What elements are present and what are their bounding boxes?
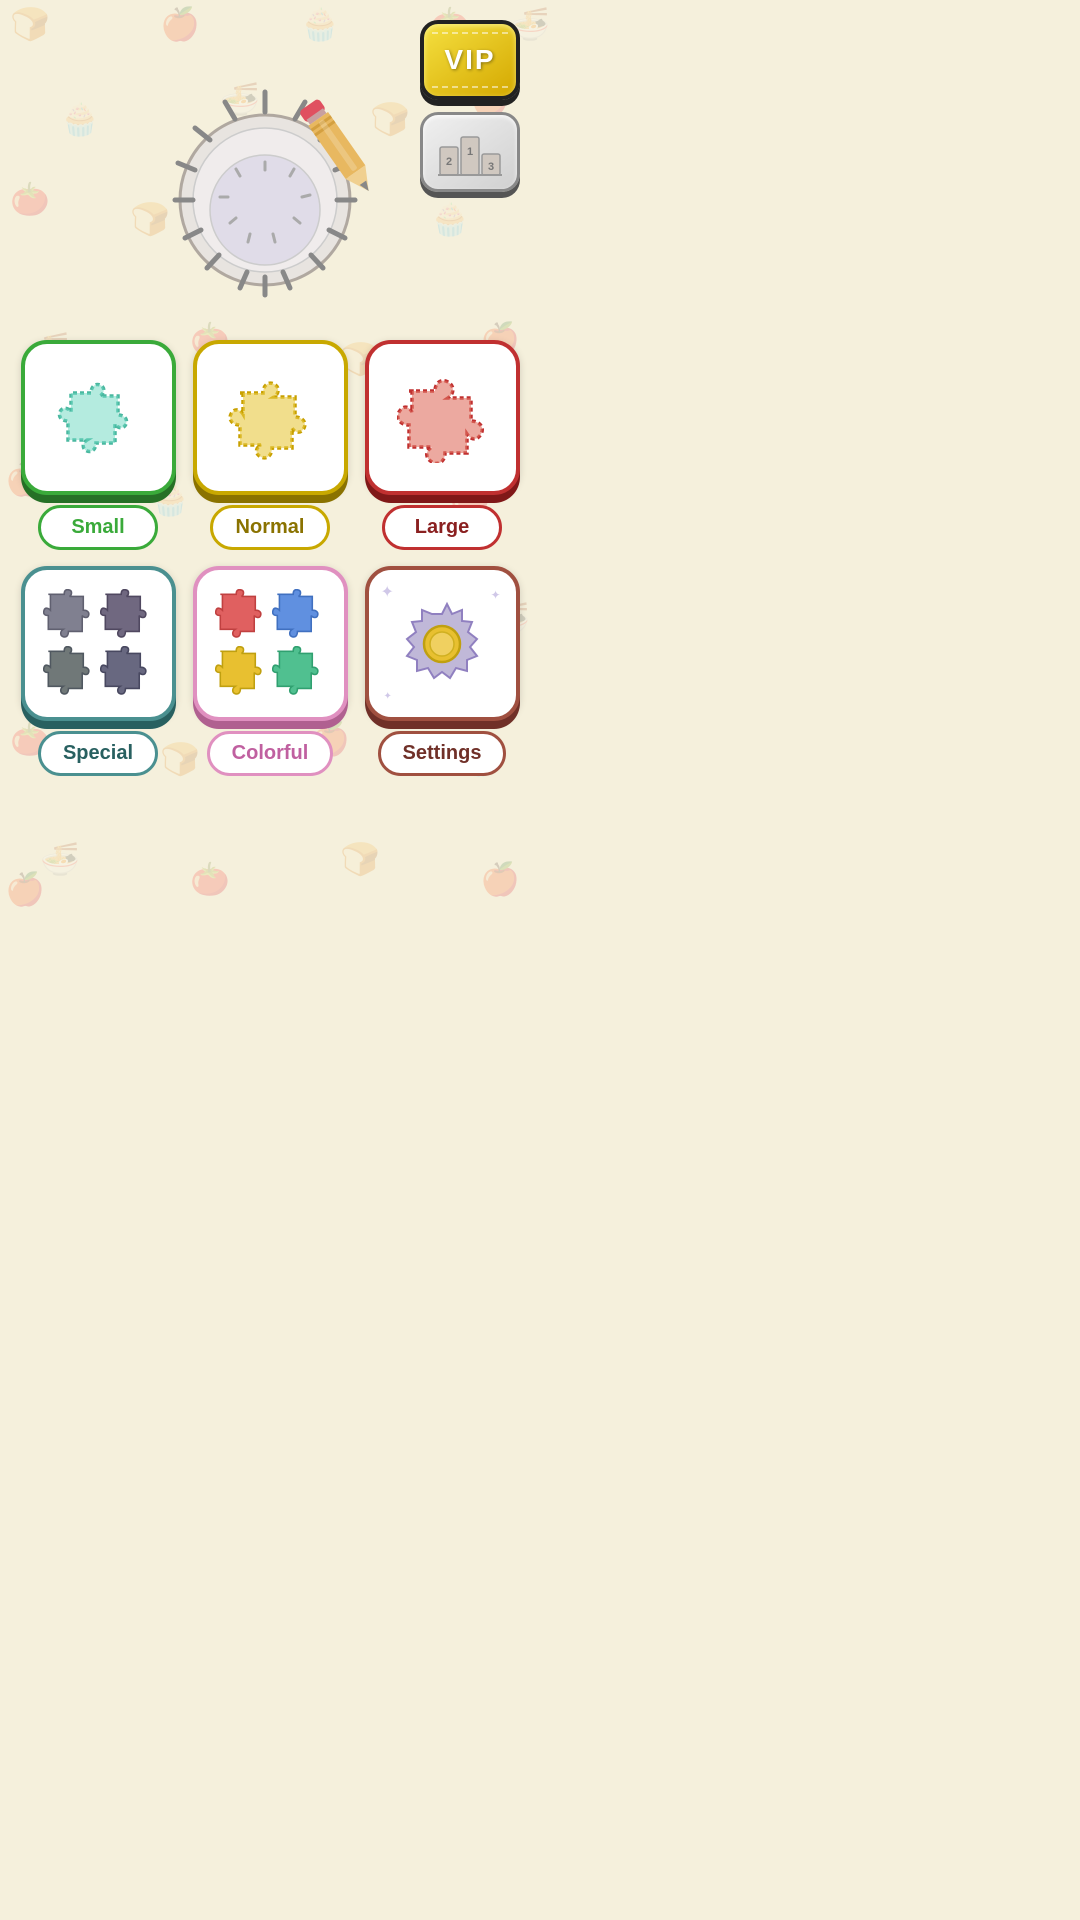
bg-tomato8-icon: 🍅: [190, 860, 230, 898]
small-label: Small: [71, 516, 124, 538]
small-puzzle-icon: [53, 373, 143, 463]
large-puzzle-icon: [397, 373, 487, 463]
bg-apple9-icon: 🍎: [5, 870, 45, 908]
normal-grid-item: Normal: [192, 340, 348, 550]
ranking-button[interactable]: 2 1 3: [420, 112, 520, 192]
large-grid-item: Large: [364, 340, 520, 550]
settings-gear-icon: [392, 594, 492, 694]
colorful-button[interactable]: [193, 566, 348, 721]
normal-label-button[interactable]: Normal: [210, 505, 330, 550]
colorful-label: Colorful: [232, 742, 309, 764]
special-label-button[interactable]: Special: [38, 731, 158, 776]
special-piece-2: [100, 589, 153, 642]
special-piece-3: [43, 646, 96, 699]
button-grid: Small Normal Lar: [20, 340, 520, 776]
bg-bread8-icon: 🍞: [340, 840, 380, 878]
special-piece-1: [43, 589, 96, 642]
pencil-svg: [280, 90, 400, 210]
svg-text:2: 2: [446, 156, 452, 168]
svg-text:3: 3: [488, 161, 494, 173]
large-button[interactable]: [365, 340, 520, 495]
large-label: Large: [415, 516, 469, 538]
colorful-piece-red: [215, 589, 268, 642]
colorful-puzzle-grid: [215, 589, 325, 699]
sparkle-2: ✦: [490, 588, 500, 602]
settings-label-button[interactable]: Settings: [378, 731, 507, 776]
special-piece-4: [100, 646, 153, 699]
svg-text:1: 1: [467, 146, 473, 158]
vip-label: VIP: [444, 44, 495, 76]
colorful-piece-blue: [272, 589, 325, 642]
special-button[interactable]: [21, 566, 176, 721]
bg-bowl8-icon: 🍜: [40, 840, 80, 878]
colorful-grid-item: Colorful: [192, 566, 348, 776]
normal-puzzle-icon: [225, 373, 315, 463]
normal-button[interactable]: [193, 340, 348, 495]
bg-apple8-icon: 🍎: [480, 860, 520, 898]
settings-label: Settings: [403, 742, 482, 764]
colorful-label-button[interactable]: Colorful: [207, 731, 334, 776]
vip-button[interactable]: VIP: [420, 20, 520, 100]
sparkle-3: ✦: [384, 691, 392, 702]
logo-area: [150, 80, 390, 320]
colorful-piece-green: [272, 646, 325, 699]
settings-button[interactable]: ✦ ✦ ✦: [365, 566, 520, 721]
colorful-piece-yellow: [215, 646, 268, 699]
podium-svg: 2 1 3: [435, 122, 505, 182]
special-grid-item: Special: [20, 566, 176, 776]
large-label-button[interactable]: Large: [382, 505, 502, 550]
sparkle-1: ✦: [381, 582, 394, 602]
special-label: Special: [63, 742, 133, 764]
top-buttons-container: VIP 2 1 3: [420, 20, 520, 192]
settings-grid-item: ✦ ✦ ✦ Settings: [364, 566, 520, 776]
small-label-button[interactable]: Small: [38, 505, 158, 550]
small-button[interactable]: [21, 340, 176, 495]
small-grid-item: Small: [20, 340, 176, 550]
normal-label: Normal: [236, 516, 305, 538]
special-puzzle-grid: [43, 589, 153, 699]
